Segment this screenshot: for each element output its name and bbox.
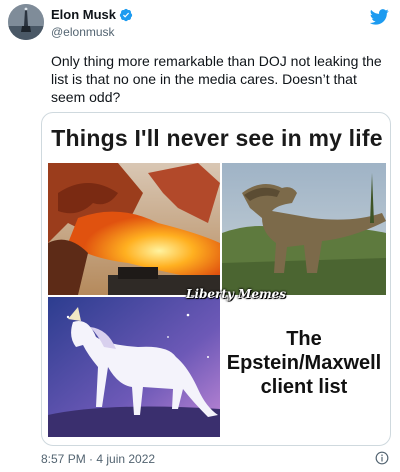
avatar[interactable] (8, 4, 44, 40)
unicorn-panel (48, 297, 220, 437)
tweet-timestamp[interactable]: 8:57 PM · 4 juin 2022 (41, 452, 155, 466)
tweet-media[interactable]: Things I'll never see in my life The Eps… (41, 112, 391, 446)
info-icon[interactable] (375, 451, 389, 465)
meme-title: Things I'll never see in my life (51, 125, 383, 151)
meme-title-box: Things I'll never see in my life (48, 117, 386, 161)
client-list-line-2: Epstein/Maxwell (226, 352, 382, 374)
verified-badge-icon (119, 8, 133, 21)
watermark: Liberty Memes (186, 287, 287, 301)
client-list-text: The Epstein/Maxwell client list (222, 327, 386, 399)
tweet-header: Elon Musk @elonmusk (0, 0, 400, 50)
author-handle[interactable]: @elonmusk (51, 25, 115, 39)
twitter-bird-icon[interactable] (370, 9, 389, 25)
dragon-panel (48, 163, 220, 295)
client-list-panel: The Epstein/Maxwell client list (222, 297, 386, 437)
client-list-line-3: client list (260, 376, 348, 398)
author-name[interactable]: Elon Musk (51, 7, 116, 22)
tweet-text: Only thing more remarkable than DOJ not … (51, 53, 382, 105)
client-list-line-1: The (286, 328, 322, 350)
trex-panel (222, 163, 386, 295)
